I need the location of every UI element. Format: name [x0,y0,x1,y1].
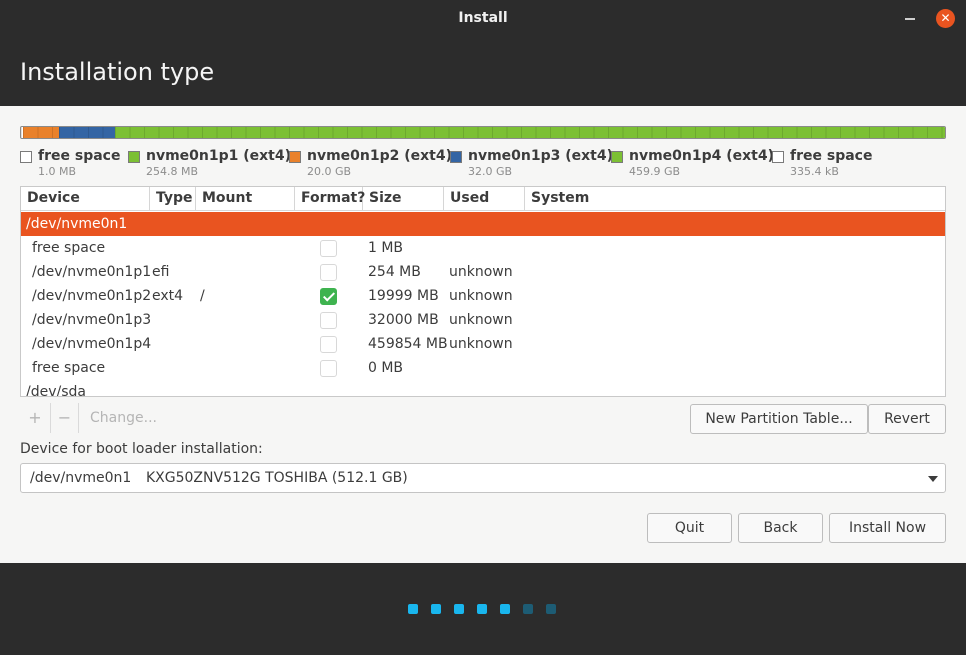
chevron-down-icon [928,476,938,482]
legend-size: 1.0 MB [38,165,77,178]
cell-type: ext4 [152,288,184,304]
cell-used: unknown [449,264,513,280]
progress-dot [431,604,441,614]
cell-device: /dev/nvme0n1 [26,216,128,232]
cell-device: /dev/nvme0n1p3 [32,312,152,328]
legend-swatch [20,151,32,163]
cell-device: /dev/nvme0n1p4 [32,336,152,352]
legend-swatch [772,151,784,163]
quit-button[interactable]: Quit [647,513,732,543]
legend-swatch [128,151,140,163]
table-row[interactable]: /dev/nvme0n1p1 efi 254 MB unknown [21,260,945,284]
bootloader-device: /dev/nvme0n1 [30,470,132,486]
col-header-device[interactable]: Device [21,187,150,211]
close-icon[interactable]: ✕ [936,9,955,28]
cell-used: unknown [449,288,513,304]
table-row[interactable]: free space 1 MB [21,236,945,260]
legend-size: 20.0 GB [307,165,352,178]
back-button[interactable]: Back [738,513,823,543]
legend-size: 254.8 MB [146,165,199,178]
cell-size: 1 MB [368,240,404,256]
cell-size: 32000 MB [368,312,439,328]
cell-device: free space [32,240,106,256]
table-row[interactable]: /dev/nvme0n1p3 32000 MB unknown [21,308,945,332]
format-checkbox[interactable] [320,336,337,353]
partbar-nvme0n1p3 [59,127,115,138]
col-header-format[interactable]: Format? [295,187,365,211]
bootloader-device-select[interactable]: /dev/nvme0n1 KXG50ZNV512G TOSHIBA (512.1… [20,463,946,493]
bootloader-model: KXG50ZNV512G TOSHIBA (512.1 GB) [146,470,408,486]
change-partition-button[interactable]: Change... [78,403,168,433]
add-partition-button[interactable]: + [20,403,50,433]
legend-name: nvme0n1p4 (ext4) [629,148,775,164]
cell-device: free space [32,360,106,376]
progress-dot [454,604,464,614]
partbar-nvme0n1p4 [115,127,945,138]
cell-device: /dev/sda [26,384,86,397]
legend-swatch [289,151,301,163]
partbar-nvme0n1p2 [23,127,59,138]
cell-used: unknown [449,336,513,352]
progress-dot [546,604,556,614]
cell-size: 0 MB [368,360,404,376]
table-row[interactable]: /dev/nvme0n1 [21,212,945,236]
format-checkbox-checked[interactable] [320,288,337,305]
window-title: Install [458,10,508,26]
page-title: Installation type [20,58,215,86]
page-header: Installation type [0,38,966,106]
table-row[interactable]: /dev/nvme0n1p2 ext4 / 19999 MB unknown [21,284,945,308]
legend-name: nvme0n1p3 (ext4) [468,148,614,164]
install-now-button[interactable]: Install Now [829,513,946,543]
cell-type: efi [152,264,170,280]
legend-size: 32.0 GB [468,165,513,178]
table-header: Device Type Mount point Format? Size Use… [21,187,945,229]
main-content: free space 1.0 MB nvme0n1p1 (ext4) 254.8… [0,106,966,563]
revert-button[interactable]: Revert [868,404,946,434]
table-row[interactable]: free space 0 MB [21,356,945,380]
legend-name: free space [38,148,121,164]
partition-bar [20,126,946,139]
legend-swatch [611,151,623,163]
legend-size: 459.9 GB [629,165,681,178]
table-row[interactable]: /dev/sda [21,380,945,397]
legend-name: nvme0n1p1 (ext4) [146,148,292,164]
table-row[interactable]: /dev/nvme0n1p4 459854 MB unknown [21,332,945,356]
col-header-size[interactable]: Size [363,187,444,211]
progress-dot [500,604,510,614]
bootloader-label: Device for boot loader installation: [20,441,263,457]
window-titlebar: Install ✕ [0,0,966,38]
cell-size: 254 MB [368,264,421,280]
progress-dot [523,604,533,614]
legend-name: nvme0n1p2 (ext4) [307,148,453,164]
cell-used: unknown [449,312,513,328]
format-checkbox[interactable] [320,360,337,377]
remove-partition-button[interactable]: − [50,403,78,433]
format-checkbox[interactable] [320,312,337,329]
cell-size: 459854 MB [368,336,448,352]
col-header-system[interactable]: System [525,187,945,211]
partition-table: Device Type Mount point Format? Size Use… [20,186,946,397]
legend-size: 335.4 kB [790,165,839,178]
cell-mount: / [200,288,205,304]
legend-swatch [450,151,462,163]
partition-legend: free space 1.0 MB nvme0n1p1 (ext4) 254.8… [20,148,950,180]
new-partition-table-button[interactable]: New Partition Table... [690,404,868,434]
format-checkbox[interactable] [320,264,337,281]
col-header-type[interactable]: Type [150,187,196,211]
legend-name: free space [790,148,873,164]
cell-device: /dev/nvme0n1p2 [32,288,152,304]
progress-dot [477,604,487,614]
cell-device: /dev/nvme0n1p1 [32,264,152,280]
format-checkbox[interactable] [320,240,337,257]
cell-size: 19999 MB [368,288,439,304]
col-header-used[interactable]: Used [444,187,525,211]
progress-dot [408,604,418,614]
minimize-icon[interactable] [905,18,915,20]
col-header-mount[interactable]: Mount point [196,187,295,229]
